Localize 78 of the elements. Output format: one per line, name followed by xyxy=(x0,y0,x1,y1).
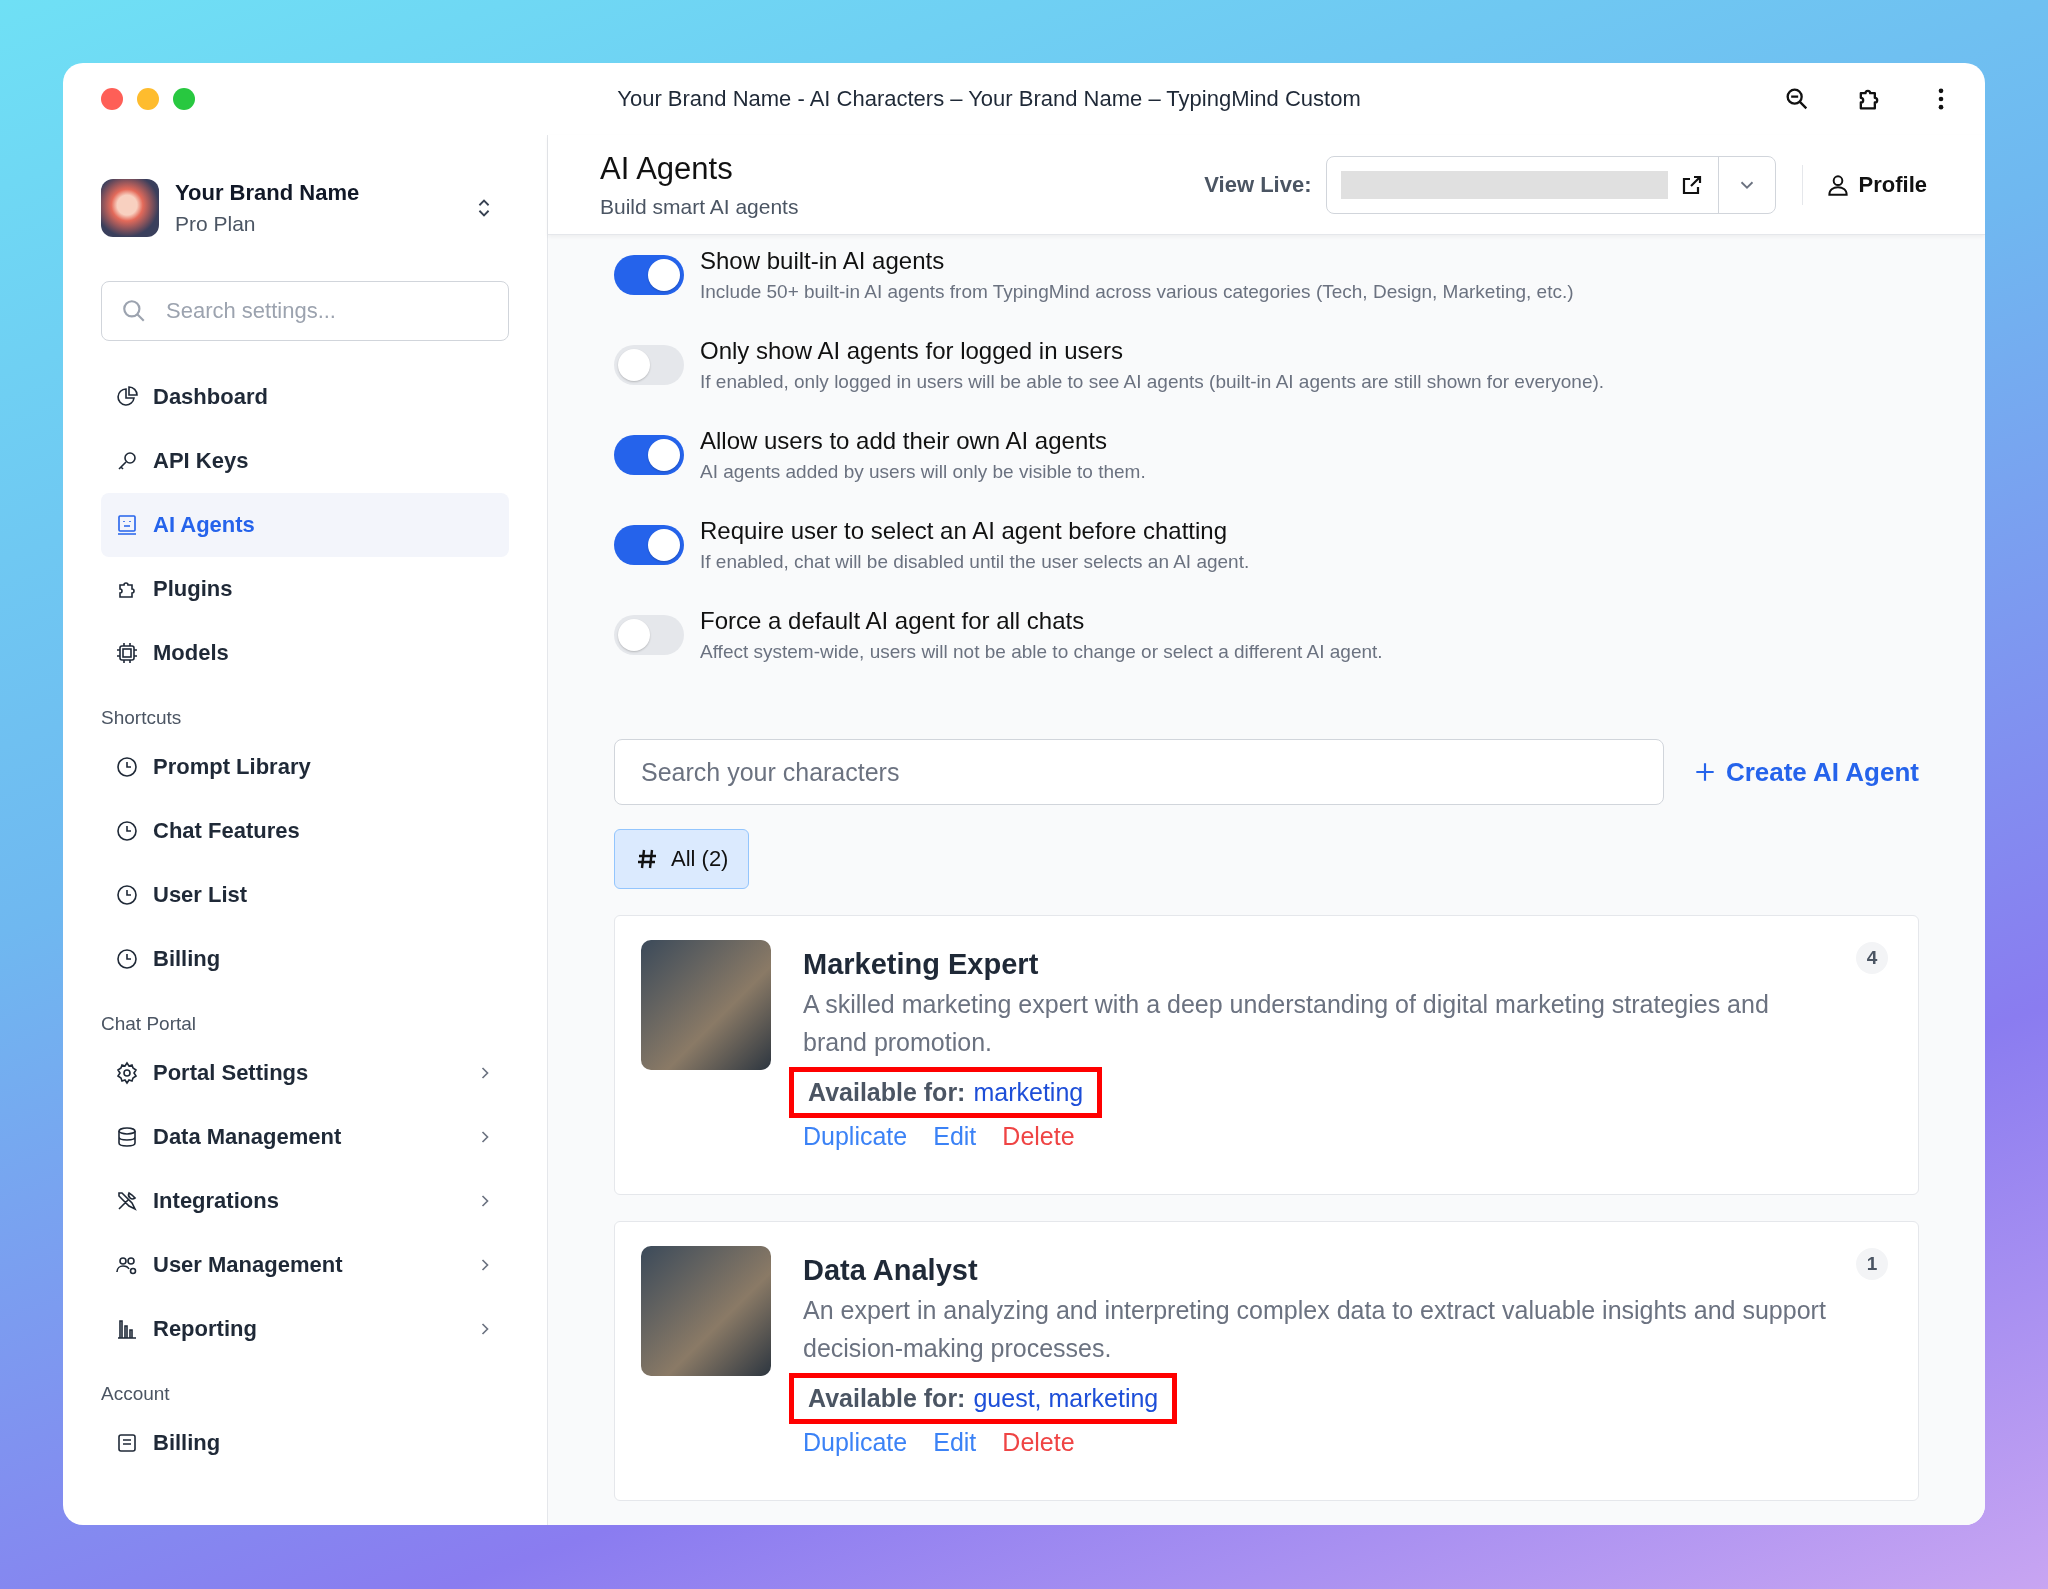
sidebar-item[interactable]: API Keys xyxy=(101,429,509,493)
clock-icon xyxy=(115,947,139,971)
tools-icon xyxy=(115,1189,139,1213)
setting-description: AI agents added by users will only be visible to them. xyxy=(700,461,1146,483)
setting-title: Force a default AI agent for all chats xyxy=(700,607,1086,635)
action-link[interactable]: Edit xyxy=(933,1122,977,1151)
sidebar-item[interactable]: Integrations xyxy=(101,1169,509,1233)
section-heading: Chat Portal xyxy=(101,1012,198,1036)
zoom-dot[interactable] xyxy=(173,88,195,110)
profile-button[interactable]: Profile xyxy=(1801,164,1933,205)
setting-title: Require user to select an AI agent before chatting xyxy=(700,517,1228,545)
minimize-dot[interactable] xyxy=(137,88,159,110)
toggle-switch[interactable] xyxy=(614,255,684,295)
agent-name: Marketing Expert xyxy=(803,948,1040,981)
create-agent-button[interactable]: Create AI Agent xyxy=(1691,756,1919,788)
section-heading: Shortcuts xyxy=(101,706,183,730)
availability-groups: marketing xyxy=(973,1078,1084,1107)
settings-icon xyxy=(115,1061,139,1085)
clock-icon xyxy=(115,883,139,907)
section-heading: Account xyxy=(101,1382,171,1406)
sidebar-item[interactable]: Chat Features xyxy=(101,799,509,863)
action-link[interactable]: Duplicate xyxy=(803,1122,908,1151)
page-title: AI Agents xyxy=(600,150,734,187)
action-link[interactable]: Delete xyxy=(1002,1428,1075,1457)
sidebar-item[interactable]: User List xyxy=(101,863,509,927)
agent-description: A skilled marketing expert with a deep understanding of digital marketing strategies and brand promotion. xyxy=(803,989,1770,1058)
filter-tag[interactable]: All (2) xyxy=(614,829,750,889)
toggle-switch[interactable] xyxy=(614,525,684,565)
toggle-switch[interactable] xyxy=(614,435,684,475)
sidebar-item[interactable]: User Management xyxy=(101,1233,509,1297)
hash-icon xyxy=(635,847,659,871)
toggle-switch[interactable] xyxy=(614,615,684,655)
character-search-field[interactable]: Search your characters xyxy=(614,739,1664,805)
setting-title: Only show AI agents for logged in users xyxy=(700,337,1124,365)
agent-name: Data Analyst xyxy=(803,1254,979,1287)
sidebar-item[interactable]: Billing xyxy=(101,927,509,991)
logo-icon xyxy=(101,179,159,237)
setting-title: Allow users to add their own AI agents xyxy=(700,427,1108,455)
window-title: Your Brand Name - AI Characters – Your Brand Name – TypingMind Custom xyxy=(616,86,1362,112)
card-icon xyxy=(115,1431,139,1455)
availability-label: Available for: xyxy=(808,1078,966,1107)
sidebar-item[interactable]: Prompt Library xyxy=(101,735,509,799)
pie-chart-icon xyxy=(115,385,139,409)
availability-label: Available for: xyxy=(808,1384,966,1413)
toggle-switch[interactable] xyxy=(614,345,684,385)
search-icon xyxy=(121,298,147,324)
sidebar-item[interactable]: Dashboard xyxy=(101,365,509,429)
sidebar-item[interactable]: AI Agents xyxy=(101,493,509,557)
sidebar-item[interactable]: Models xyxy=(101,621,509,685)
view-live-label: View Live: xyxy=(1204,171,1312,198)
brand-name: Your Brand Name xyxy=(175,180,361,206)
plan-label: Pro Plan xyxy=(175,212,257,236)
setting-description: Affect system-wide, users will not be able to change or select a different AI agent. xyxy=(700,641,1383,663)
action-link[interactable]: Duplicate xyxy=(803,1428,908,1457)
setting-title: Show built-in AI agents xyxy=(700,247,946,275)
close-dot[interactable] xyxy=(101,88,123,110)
database-icon xyxy=(115,1125,139,1149)
usage-count-badge: 1 xyxy=(1856,1248,1888,1280)
sidebar-item[interactable]: Portal Settings xyxy=(101,1041,509,1105)
setting-description: If enabled, chat will be disabled until the user selects an AI agent. xyxy=(700,551,1250,573)
action-link[interactable]: Edit xyxy=(933,1428,977,1457)
clock-icon xyxy=(115,819,139,843)
agent-description: An expert in analyzing and interpreting complex data to extract valuable insights and support decision-making processes. xyxy=(803,1295,1827,1364)
setting-description: If enabled, only logged in users will be able to see AI agents (built-in AI agents are still shown for everyone). xyxy=(700,371,1605,393)
availability-groups: guest, marketing xyxy=(973,1384,1159,1413)
usage-count-badge: 4 xyxy=(1856,942,1888,974)
agent-icon xyxy=(115,513,139,537)
action-link[interactable]: Delete xyxy=(1002,1122,1075,1151)
search-field[interactable]: Search settings... xyxy=(101,281,509,341)
sidebar-item[interactable]: Billing xyxy=(101,1411,509,1475)
page-subtitle: Build smart AI agents xyxy=(600,194,799,219)
bar-chart-icon xyxy=(115,1317,139,1341)
clock-icon xyxy=(115,755,139,779)
sidebar-item[interactable]: Data Management xyxy=(101,1105,509,1169)
setting-description: Include 50+ built-in AI agents from TypingMind across various categories (Tech, Design, Marketing, etc.) xyxy=(700,281,1574,303)
sidebar-item[interactable]: Plugins xyxy=(101,557,509,621)
chip-icon xyxy=(115,641,139,665)
sidebar-item[interactable]: Reporting xyxy=(101,1297,509,1361)
